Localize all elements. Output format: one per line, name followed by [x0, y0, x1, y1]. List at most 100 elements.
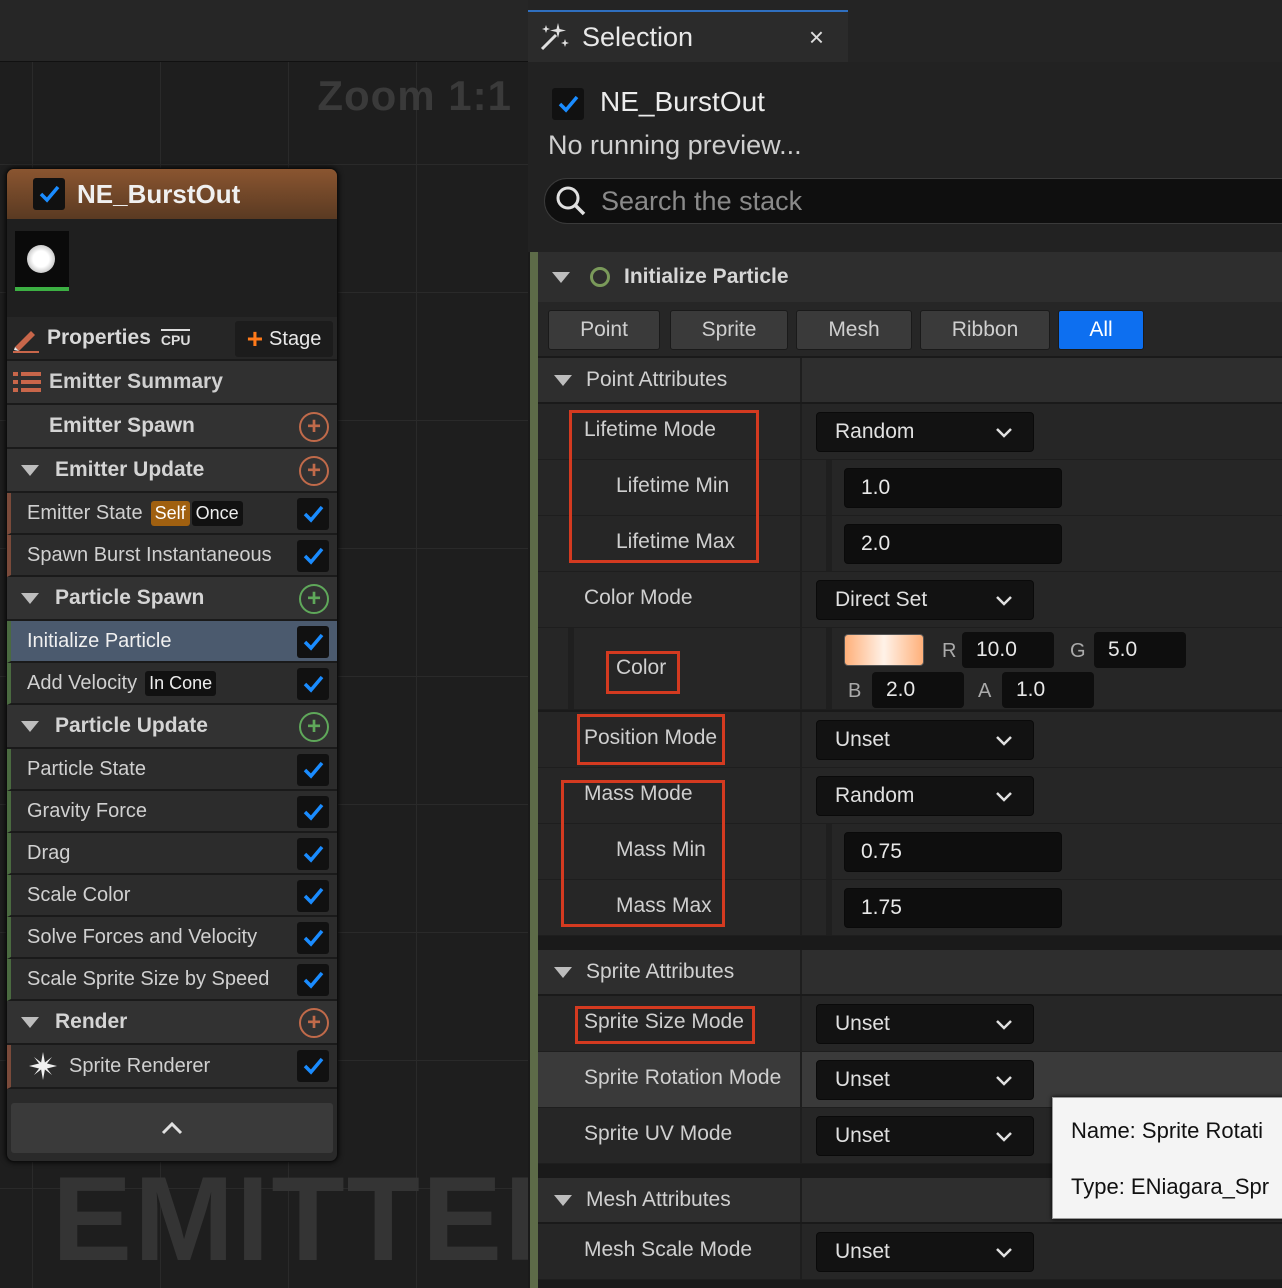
- properties-row[interactable]: Properties CPU + Stage: [7, 317, 337, 361]
- lifetime-max-input[interactable]: 2.0: [844, 524, 1062, 564]
- collapse-arrow-icon[interactable]: [554, 966, 572, 978]
- module-enable-checkbox[interactable]: [297, 1050, 329, 1082]
- module-particle-state[interactable]: Particle State: [7, 749, 337, 791]
- module-gravity-force[interactable]: Gravity Force: [7, 791, 337, 833]
- collapse-node-button[interactable]: [11, 1103, 333, 1153]
- node-header[interactable]: NE_BurstOut: [7, 169, 337, 219]
- module-enable-checkbox[interactable]: [297, 796, 329, 828]
- module-initialize-particle[interactable]: Initialize Particle: [7, 621, 337, 663]
- module-label: Spawn Burst Instantaneous: [27, 543, 272, 566]
- filter-ribbon-button[interactable]: Ribbon: [920, 310, 1050, 350]
- emitter-name: NE_BurstOut: [600, 86, 765, 117]
- category-point-attributes[interactable]: Point Attributes: [538, 358, 1282, 402]
- collapse-arrow-icon[interactable]: [554, 374, 572, 386]
- collapse-arrow-icon[interactable]: [21, 592, 39, 604]
- check-icon: [303, 1057, 324, 1075]
- module-spawn-burst[interactable]: Spawn Burst Instantaneous: [7, 535, 337, 577]
- dropdown-value: Unset: [835, 1240, 890, 1263]
- collapse-arrow-icon[interactable]: [21, 1016, 39, 1028]
- section-particle-update[interactable]: Particle Update +: [7, 705, 337, 749]
- mass-min-input[interactable]: 0.75: [844, 832, 1062, 872]
- color-g-input[interactable]: 5.0: [1094, 632, 1186, 668]
- module-enable-checkbox[interactable]: [297, 498, 329, 530]
- position-mode-dropdown[interactable]: Unset: [816, 720, 1034, 760]
- section-render[interactable]: Render +: [7, 1001, 337, 1045]
- color-a-input[interactable]: 1.0: [1002, 672, 1094, 708]
- module-enable-checkbox[interactable]: [297, 754, 329, 786]
- stack-color-bar: [530, 252, 538, 1288]
- add-module-button[interactable]: +: [299, 412, 329, 442]
- mesh-scale-mode-dropdown[interactable]: Unset: [816, 1232, 1034, 1272]
- section-emitter-spawn[interactable]: Emitter Spawn +: [7, 405, 337, 449]
- collapse-arrow-icon[interactable]: [21, 464, 39, 476]
- dropdown-value: Unset: [835, 728, 890, 751]
- category-sprite-attributes[interactable]: Sprite Attributes: [538, 950, 1282, 994]
- module-label: Solve Forces and Velocity: [27, 925, 258, 948]
- module-solve-forces[interactable]: Solve Forces and Velocity: [7, 917, 337, 959]
- filter-all-button[interactable]: All: [1058, 310, 1144, 350]
- sprite-size-mode-dropdown[interactable]: Unset: [816, 1004, 1034, 1044]
- section-particle-spawn[interactable]: Particle Spawn +: [7, 577, 337, 621]
- section-label: Particle Spawn: [55, 586, 205, 609]
- emitter-thumbnail[interactable]: [15, 231, 69, 291]
- section-label: Emitter Update: [55, 458, 205, 481]
- collapse-arrow-icon[interactable]: [554, 1194, 572, 1206]
- module-label: Emitter State: [27, 501, 143, 524]
- module-label: Add Velocity: [27, 671, 138, 694]
- color-r-input[interactable]: 10.0: [962, 632, 1054, 668]
- module-enable-checkbox[interactable]: [297, 880, 329, 912]
- color-b-input[interactable]: 2.0: [872, 672, 964, 708]
- sprite-rotation-mode-dropdown[interactable]: Unset: [816, 1060, 1034, 1100]
- color-mode-dropdown[interactable]: Direct Set: [816, 580, 1034, 620]
- module-enable-checkbox[interactable]: [297, 668, 329, 700]
- chevron-down-icon: [996, 1132, 1012, 1142]
- check-icon: [39, 185, 60, 203]
- emitter-node[interactable]: NE_BurstOut Properties CPU + Stage Emitt…: [6, 168, 338, 1162]
- filter-mesh-button[interactable]: Mesh: [796, 310, 912, 350]
- filter-point-button[interactable]: Point: [548, 310, 660, 350]
- add-module-button[interactable]: +: [299, 712, 329, 742]
- magic-wand-icon: [540, 23, 569, 51]
- close-icon[interactable]: ×: [809, 22, 824, 53]
- filter-sprite-button[interactable]: Sprite: [670, 310, 788, 350]
- node-enable-checkbox[interactable]: [33, 178, 65, 210]
- chevron-down-icon: [996, 1076, 1012, 1086]
- collapse-arrow-icon[interactable]: [552, 271, 570, 283]
- module-enable-checkbox[interactable]: [297, 540, 329, 572]
- lifetime-min-input[interactable]: 1.0: [844, 468, 1062, 508]
- module-add-velocity[interactable]: Add Velocity In Cone: [7, 663, 337, 705]
- lifetime-mode-dropdown[interactable]: Random: [816, 412, 1034, 452]
- tab-selection[interactable]: Selection ×: [528, 10, 848, 62]
- module-emitter-state[interactable]: Emitter State Self Once: [7, 493, 337, 535]
- module-enable-checkbox[interactable]: [297, 922, 329, 954]
- color-swatch[interactable]: [844, 634, 924, 666]
- sprite-uv-mode-dropdown[interactable]: Unset: [816, 1116, 1034, 1156]
- module-drag[interactable]: Drag: [7, 833, 337, 875]
- add-renderer-button[interactable]: +: [299, 1008, 329, 1038]
- column-divider: [800, 628, 802, 709]
- module-scale-sprite-size[interactable]: Scale Sprite Size by Speed: [7, 959, 337, 1001]
- check-icon: [303, 675, 324, 693]
- graph-canvas[interactable]: Zoom 1:1 EMITTER NE_BurstOut Properties …: [0, 0, 591, 1288]
- search-input[interactable]: [601, 185, 1201, 217]
- module-scale-color[interactable]: Scale Color: [7, 875, 337, 917]
- add-stage-button[interactable]: + Stage: [235, 321, 333, 357]
- module-sprite-renderer[interactable]: Sprite Renderer: [7, 1045, 337, 1089]
- section-emitter-update[interactable]: Emitter Update +: [7, 449, 337, 493]
- search-box[interactable]: [544, 178, 1282, 224]
- mass-max-input[interactable]: 1.75: [844, 888, 1062, 928]
- emitter-enable-checkbox[interactable]: [552, 88, 584, 120]
- module-header-initialize-particle[interactable]: Initialize Particle: [538, 252, 1282, 302]
- pencil-icon: [13, 331, 39, 353]
- collapse-arrow-icon[interactable]: [21, 720, 39, 732]
- mass-mode-dropdown[interactable]: Random: [816, 776, 1034, 816]
- module-enable-checkbox[interactable]: [297, 626, 329, 658]
- add-module-button[interactable]: +: [299, 584, 329, 614]
- prop-label: Sprite UV Mode: [584, 1122, 733, 1145]
- tab-label: Selection: [582, 21, 694, 52]
- module-enable-checkbox[interactable]: [297, 838, 329, 870]
- emitter-summary-label: Emitter Summary: [49, 370, 223, 393]
- module-enable-checkbox[interactable]: [297, 964, 329, 996]
- emitter-summary-row[interactable]: Emitter Summary: [7, 361, 337, 405]
- add-module-button[interactable]: +: [299, 456, 329, 486]
